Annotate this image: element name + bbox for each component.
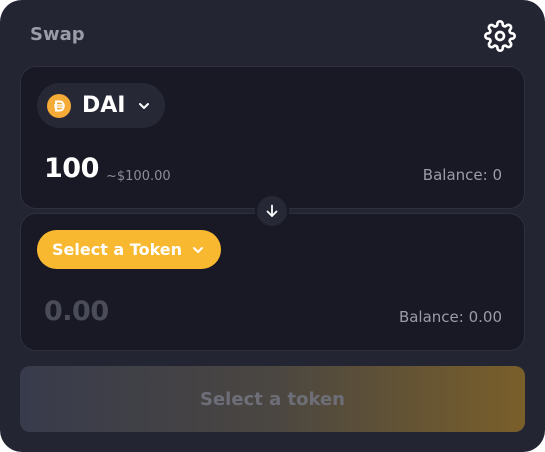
dai-logo-icon: [47, 93, 71, 118]
action-button-label: Select a token: [200, 388, 345, 410]
from-token-selector[interactable]: DAI: [37, 83, 166, 128]
chevron-down-icon: [139, 102, 150, 109]
to-token-panel: Select a Token 0.00 Balance: 0.00: [20, 213, 525, 351]
from-amount-input[interactable]: 100: [44, 153, 99, 184]
gear-icon[interactable]: [484, 20, 516, 52]
select-token-label: Select a Token: [52, 240, 183, 259]
from-token-panel: DAI 100 ~$100.00 Balance: 0: [20, 66, 525, 209]
swap-direction-button[interactable]: [255, 194, 289, 228]
to-amount-input[interactable]: 0.00: [44, 296, 109, 327]
from-balance: Balance: 0: [422, 166, 502, 184]
swap-title: Swap: [30, 24, 85, 45]
chevron-down-icon: [193, 246, 204, 253]
select-token-action-button[interactable]: Select a token: [20, 366, 525, 432]
swap-card: Swap DAI 100 ~$100.00 Balance: 0 Select …: [0, 0, 545, 452]
arrow-down-icon: [266, 204, 278, 217]
from-usd-value: ~$100.00: [106, 169, 171, 184]
from-token-symbol: DAI: [82, 93, 126, 118]
to-balance: Balance: 0.00: [398, 308, 502, 326]
select-token-button[interactable]: Select a Token: [37, 230, 222, 269]
